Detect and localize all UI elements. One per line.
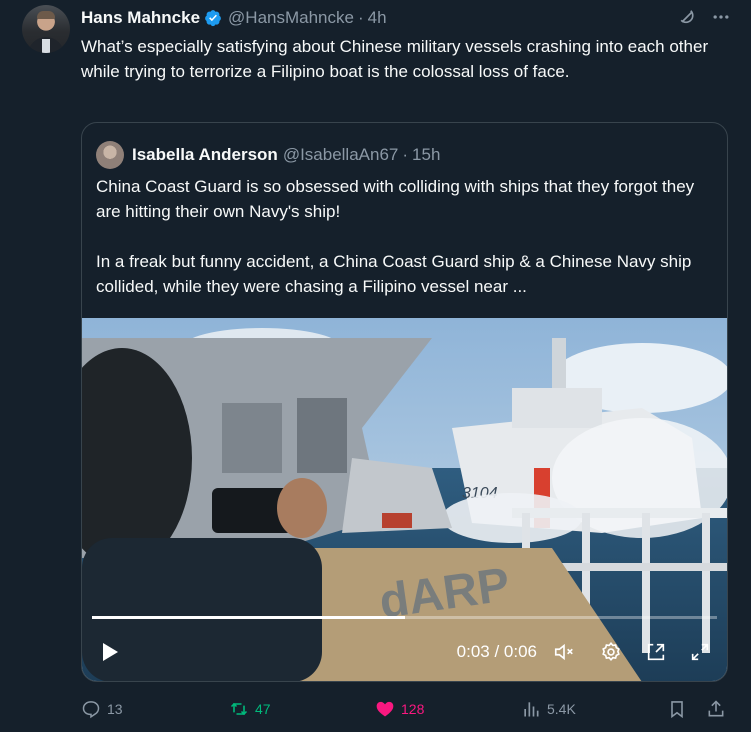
post-time[interactable]: 4h [368, 8, 387, 28]
video-frame: 3104 dARP [82, 318, 727, 681]
quoted-paragraph-2: In a freak but funny accident, a China C… [96, 252, 692, 296]
quoted-author-avatar [96, 141, 124, 169]
post-top-actions [677, 7, 731, 27]
video-progress-bar[interactable] [92, 616, 717, 619]
like-icon [376, 701, 394, 717]
video-progress-fill [92, 616, 405, 619]
more-icon[interactable] [711, 7, 731, 27]
grok-icon[interactable] [677, 7, 697, 27]
reply-button[interactable]: 13 [81, 699, 123, 719]
share-button[interactable] [706, 699, 726, 719]
separator-dot: · [357, 8, 364, 27]
play-icon[interactable] [98, 640, 122, 664]
share-icon [708, 700, 724, 717]
author-avatar[interactable] [22, 5, 70, 53]
author-name[interactable]: Hans Mahncke [81, 8, 200, 28]
quoted-post-header: Isabella Anderson @IsabellaAn67 · 15h [96, 141, 440, 169]
post-header: Hans Mahncke @HansMahncke · 4h [81, 8, 387, 28]
quoted-author-name: Isabella Anderson [132, 145, 278, 164]
like-button[interactable]: 128 [375, 699, 424, 719]
views-count: 5.4K [547, 701, 576, 717]
pip-icon[interactable] [645, 641, 667, 663]
quoted-post-text: China Coast Guard is so obsessed with co… [96, 174, 711, 324]
like-count: 128 [401, 701, 425, 717]
post-actions: 13 47 128 5.4K [81, 699, 731, 723]
video-controls: 0:03 / 0:06 [82, 632, 727, 672]
mute-icon[interactable] [553, 641, 575, 663]
views-button[interactable]: 5.4K [521, 699, 576, 719]
views-icon [524, 702, 539, 717]
quoted-paragraph-1: China Coast Guard is so obsessed with co… [96, 177, 695, 221]
reply-count: 13 [107, 701, 123, 717]
video-time: 0:03 / 0:06 [456, 642, 537, 661]
reply-icon [82, 701, 100, 719]
quoted-post-time: 15h [412, 145, 441, 164]
video-player[interactable]: 3104 dARP 0:03 / 0:06 [82, 318, 727, 681]
bookmark-button[interactable] [667, 699, 687, 719]
repost-icon [230, 702, 248, 716]
separator-dot: · [402, 145, 409, 164]
bookmark-icon [671, 701, 683, 719]
author-handle[interactable]: @HansMahncke [228, 8, 354, 28]
post-text: What’s especially satisfying about Chine… [81, 37, 709, 81]
settings-icon[interactable] [600, 641, 622, 663]
verified-badge-icon[interactable] [204, 9, 222, 27]
fullscreen-icon[interactable] [689, 641, 711, 663]
quoted-post[interactable]: Isabella Anderson @IsabellaAn67 · 15h Ch… [81, 122, 728, 682]
quoted-author-handle: @IsabellaAn67 [282, 145, 399, 164]
repost-count: 47 [255, 701, 271, 717]
repost-button[interactable]: 47 [229, 699, 271, 719]
